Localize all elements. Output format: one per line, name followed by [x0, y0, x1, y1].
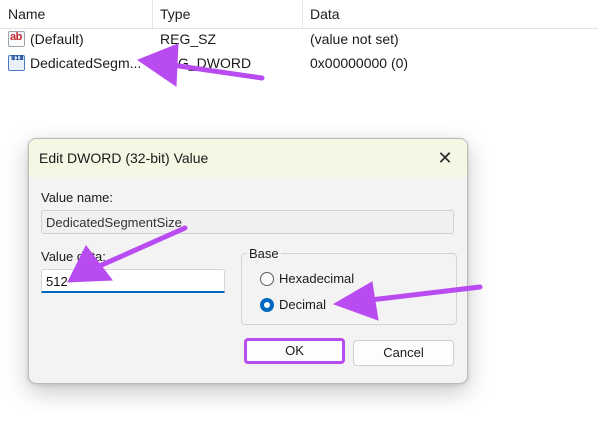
hexadecimal-radio[interactable]: [260, 272, 274, 286]
ok-button[interactable]: OK: [244, 338, 345, 364]
close-icon[interactable]: ✕: [433, 147, 457, 169]
list-header: Name Type Data: [0, 0, 598, 29]
hexadecimal-label[interactable]: Hexadecimal: [279, 271, 354, 286]
decimal-radio[interactable]: [260, 298, 274, 312]
value-name-field: DedicatedSegmentSize: [41, 210, 454, 234]
row-type: G_DWORD: [178, 55, 252, 71]
dialog-title: Edit DWORD (32-bit) Value: [39, 150, 209, 166]
string-value-icon: ab: [8, 31, 25, 47]
base-group: [241, 253, 457, 325]
registry-row-default[interactable]: ab (Default) REG_SZ (value not set): [0, 28, 598, 52]
base-group-label: Base: [247, 246, 281, 261]
cancel-button[interactable]: Cancel: [353, 340, 454, 366]
value-name-label: Value name:: [41, 190, 114, 205]
row-name: (Default): [30, 31, 84, 47]
column-header-name[interactable]: Name: [8, 6, 45, 22]
value-data-label: Value data:: [41, 249, 106, 264]
column-header-data[interactable]: Data: [310, 6, 340, 22]
registry-row-dedicated-segment[interactable]: 011 110 DedicatedSegm... G_DWORD 0x000000…: [0, 52, 598, 76]
column-divider[interactable]: [302, 0, 303, 28]
decimal-label[interactable]: Decimal: [279, 297, 326, 312]
edit-dword-dialog: Edit DWORD (32-bit) Value ✕ Value name: …: [28, 138, 468, 384]
row-type: REG_SZ: [160, 31, 217, 47]
row-data: (value not set): [310, 31, 399, 47]
dialog-titlebar[interactable]: Edit DWORD (32-bit) Value ✕: [29, 139, 467, 177]
row-data: 0x00000000 (0): [310, 55, 409, 71]
column-divider[interactable]: [152, 0, 153, 28]
dword-value-icon: 011 110: [8, 55, 25, 71]
row-name: DedicatedSegm...: [30, 55, 142, 71]
column-header-type[interactable]: Type: [160, 6, 190, 22]
value-data-input[interactable]: 512: [41, 269, 225, 293]
